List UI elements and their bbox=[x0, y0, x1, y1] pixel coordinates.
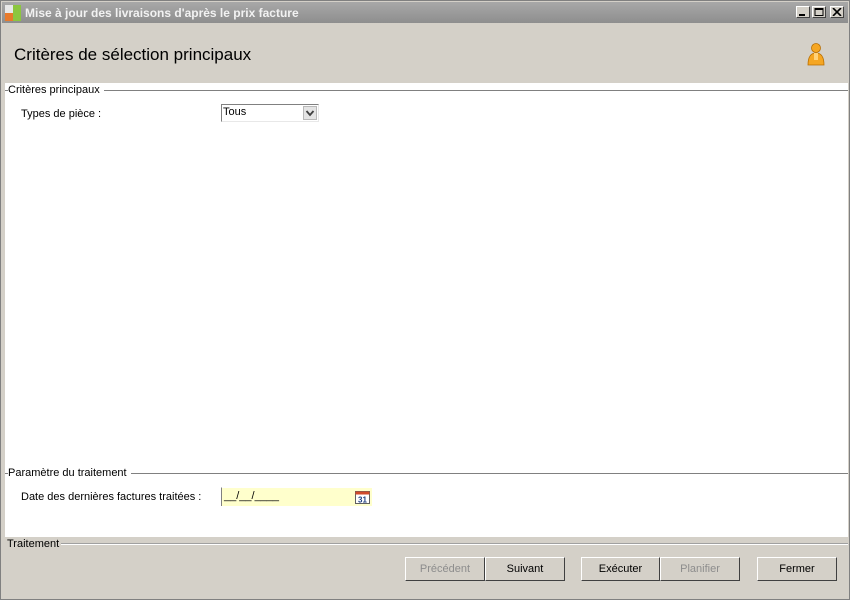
group-divider bbox=[61, 544, 848, 545]
execute-button[interactable]: Exécuter bbox=[581, 557, 660, 581]
last-invoice-date-value: __/__/____ bbox=[224, 490, 280, 502]
piece-types-select[interactable]: Tous bbox=[221, 104, 319, 122]
calendar-icon[interactable]: 31 bbox=[355, 491, 370, 504]
last-invoice-date-field[interactable]: __/__/____ 31 bbox=[221, 487, 372, 506]
close-button[interactable]: Fermer bbox=[757, 557, 837, 581]
previous-button[interactable]: Précédent bbox=[405, 557, 485, 581]
piece-types-label: Types de pièce : bbox=[21, 108, 102, 120]
piece-types-value: Tous bbox=[223, 106, 247, 118]
calendar-day-label: 31 bbox=[358, 496, 367, 505]
application-window: Mise à jour des livraisons d'après le pr… bbox=[0, 0, 850, 600]
close-window-button[interactable] bbox=[830, 6, 844, 18]
main-criteria-group-title: Critères principaux bbox=[8, 84, 104, 96]
page-header: Critères de sélection principaux bbox=[2, 24, 848, 83]
maximize-icon bbox=[814, 8, 824, 16]
user-icon[interactable] bbox=[806, 43, 826, 67]
last-invoice-date-label: Date des dernières factures traitées : bbox=[21, 491, 202, 503]
maximize-button[interactable] bbox=[812, 6, 826, 18]
window-title: Mise à jour des livraisons d'après le pr… bbox=[25, 6, 299, 20]
treatment-group-title: Traitement bbox=[7, 538, 60, 550]
title-bar[interactable]: Mise à jour des livraisons d'après le pr… bbox=[2, 2, 848, 23]
schedule-button[interactable]: Planifier bbox=[660, 557, 740, 581]
criteria-panel: Critères principaux Types de pièce : Tou… bbox=[5, 83, 848, 537]
page-title: Critères de sélection principaux bbox=[14, 45, 252, 64]
treatment-params-group-title: Paramètre du traitement bbox=[8, 467, 131, 479]
chevron-down-icon[interactable] bbox=[303, 106, 317, 120]
minimize-icon bbox=[799, 14, 805, 16]
close-icon bbox=[832, 8, 842, 16]
group-divider bbox=[5, 473, 848, 474]
minimize-button[interactable] bbox=[796, 6, 810, 18]
group-divider bbox=[5, 90, 848, 91]
app-logo-icon bbox=[5, 5, 21, 21]
next-button[interactable]: Suivant bbox=[485, 557, 565, 581]
